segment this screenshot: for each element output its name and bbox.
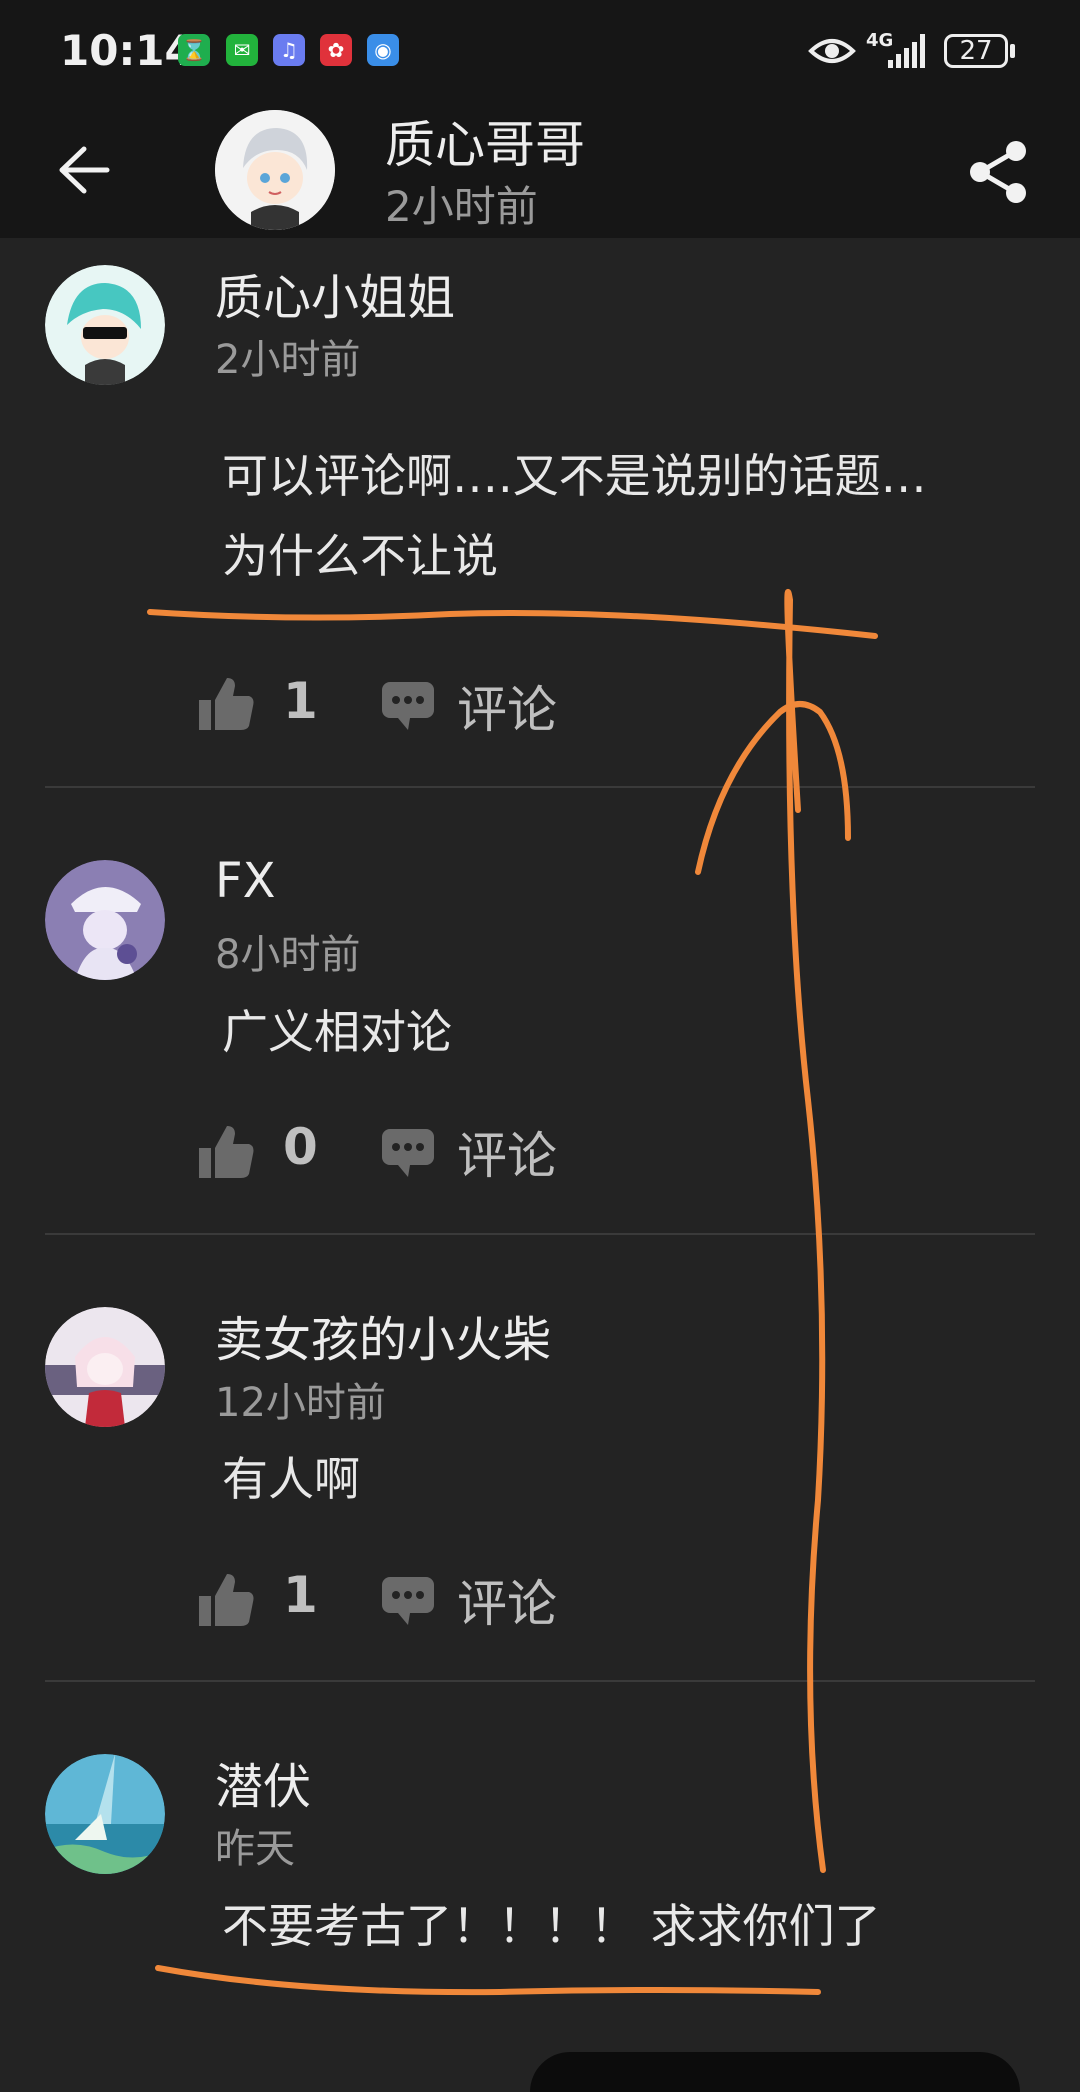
- post-header: 质心哥哥 2小时前: [0, 105, 1080, 238]
- eye-icon: [808, 39, 856, 63]
- commenter-name[interactable]: 卖女孩的小火柴: [215, 1300, 551, 1370]
- battery-level: 27: [959, 36, 993, 66]
- wechat-icon: ✉: [226, 34, 258, 66]
- battery-icon: 27: [944, 34, 1008, 68]
- thumbs-up-icon[interactable]: [195, 1120, 257, 1182]
- hourglass-icon: ⌛: [178, 34, 210, 66]
- comment-text: 不要考古了！！！！ 求求你们了: [222, 1886, 881, 1966]
- underline-stroke: [147, 609, 878, 639]
- arrow-shaft-stroke: [784, 589, 826, 1873]
- status-time: 10:14: [60, 26, 194, 75]
- commenter-name[interactable]: FX: [215, 853, 276, 909]
- comment-text-line: 有人啊: [222, 1452, 360, 1506]
- share-icon[interactable]: [968, 139, 1030, 205]
- commenter-avatar[interactable]: [45, 860, 165, 980]
- author-name[interactable]: 质心哥哥: [385, 105, 585, 177]
- commenter-name[interactable]: 质心小姐姐: [215, 258, 455, 328]
- comment-bubble-icon[interactable]: [380, 1125, 436, 1181]
- battery-tip: [1010, 44, 1015, 58]
- comment-text-line: 广义相对论: [222, 1005, 452, 1059]
- comment-text-line: 不要考古了！！！！ 求求你们了: [222, 1899, 881, 1953]
- author-avatar[interactable]: [215, 110, 335, 230]
- back-arrow-icon[interactable]: [57, 145, 111, 195]
- comment-time: 2小时前: [215, 337, 361, 383]
- like-count: 1: [283, 672, 318, 730]
- commenter-avatar[interactable]: [45, 1754, 165, 1874]
- browser-icon: ◉: [367, 34, 399, 66]
- arrow-head-stroke: [695, 701, 851, 875]
- comment-bubble-icon[interactable]: [380, 678, 436, 734]
- thumbs-up-icon[interactable]: [195, 1568, 257, 1630]
- divider: [45, 1680, 1035, 1682]
- commenter-avatar[interactable]: [45, 265, 165, 385]
- comment-text: 有人啊: [222, 1439, 360, 1519]
- commenter-name[interactable]: 潜伏: [215, 1747, 311, 1817]
- divider: [45, 786, 1035, 788]
- signal-icon: [888, 34, 925, 68]
- comment-button[interactable]: 评论: [457, 1116, 557, 1188]
- status-bar: 10:14 ⌛ ✉ ♫ ✿ ◉ 4G 27: [0, 0, 1080, 105]
- like-count: 0: [283, 1118, 318, 1176]
- floating-input-bar[interactable]: [530, 2052, 1020, 2092]
- comment-text-line: 可以评论啊….又不是说别的话题…: [222, 449, 927, 503]
- comment-text: 广义相对论: [222, 992, 452, 1072]
- post-time: 2小时前: [385, 182, 538, 231]
- comment-time: 12小时前: [215, 1380, 386, 1426]
- comment-time: 8小时前: [215, 932, 361, 978]
- comment-bubble-icon[interactable]: [380, 1573, 436, 1629]
- comment-button[interactable]: 评论: [457, 670, 557, 742]
- comment-text: 可以评论啊….又不是说别的话题… 为什么不让说: [222, 436, 927, 596]
- music-icon: ♫: [273, 34, 305, 66]
- commenter-avatar[interactable]: [45, 1307, 165, 1427]
- underline-stroke: [155, 1965, 821, 1996]
- comment-text-line: 为什么不让说: [222, 529, 498, 583]
- divider: [45, 1233, 1035, 1235]
- comment-button[interactable]: 评论: [457, 1564, 557, 1636]
- huawei-icon: ✿: [320, 34, 352, 66]
- like-count: 1: [283, 1566, 318, 1624]
- thumbs-up-icon[interactable]: [195, 672, 257, 734]
- comment-time: 昨天: [215, 1826, 295, 1872]
